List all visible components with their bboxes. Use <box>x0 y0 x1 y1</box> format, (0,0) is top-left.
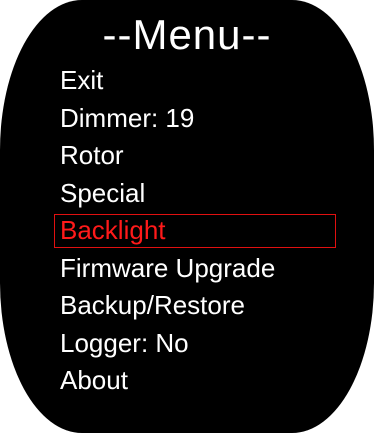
menu-item-about[interactable]: About <box>60 362 275 400</box>
menu-item-backup-restore[interactable]: Backup/Restore <box>60 287 275 325</box>
device-screen: --Menu-- Exit Dimmer: 19 Rotor Special B… <box>0 0 374 433</box>
menu-item-rotor[interactable]: Rotor <box>60 137 275 175</box>
menu-item-special[interactable]: Special <box>60 175 275 213</box>
menu-item-logger[interactable]: Logger: No <box>60 325 275 363</box>
menu-item-backlight[interactable]: Backlight <box>54 212 336 250</box>
selection-highlight <box>54 214 336 248</box>
menu-item-firmware-upgrade[interactable]: Firmware Upgrade <box>60 250 275 288</box>
menu-item-exit[interactable]: Exit <box>60 62 275 100</box>
menu-title: --Menu-- <box>102 11 272 58</box>
menu-item-dimmer[interactable]: Dimmer: 19 <box>60 100 275 138</box>
menu-list: Exit Dimmer: 19 Rotor Special Backlight … <box>54 62 336 400</box>
